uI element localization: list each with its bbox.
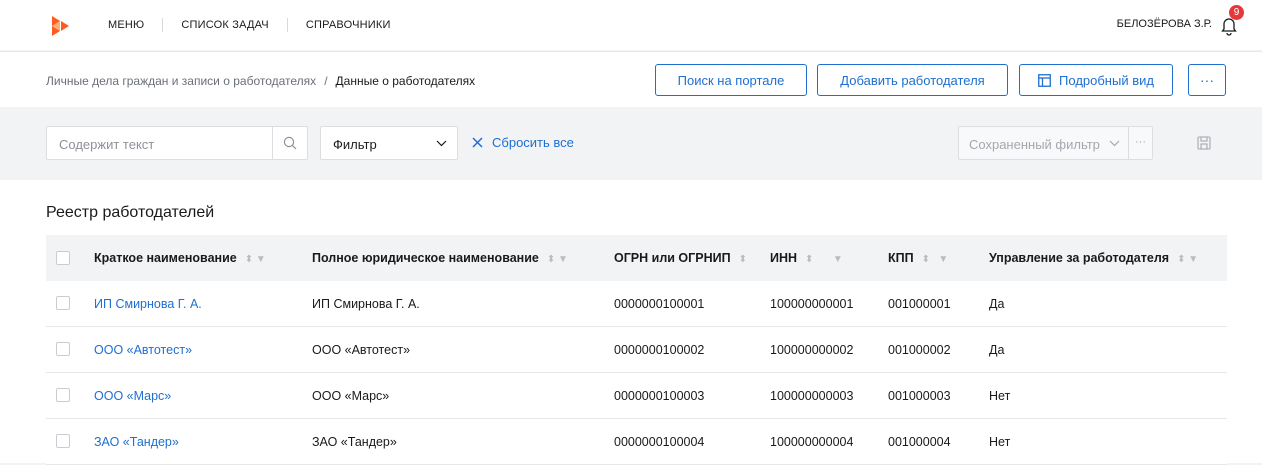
sort-filter-icons[interactable]: ⬍ ▼ [1177, 254, 1198, 265]
page-title: Реестр работодателей [46, 204, 215, 221]
management-cell: Нет [989, 435, 1011, 449]
saved-filter-select[interactable]: Сохраненный фильтр ··· [958, 126, 1153, 160]
reset-all-label: Сбросить все [492, 135, 574, 150]
management-cell: Нет [989, 389, 1011, 403]
main-nav: МЕНЮ СПИСОК ЗАДАЧ СПРАВОЧНИКИ [108, 0, 391, 50]
sort-filter-icons[interactable]: ⬍ ▼ [245, 254, 266, 265]
search-divider [272, 127, 273, 159]
logo-icon[interactable] [52, 16, 74, 36]
table-header: Краткое наименование ⬍ ▼ Полное юридическ… [46, 235, 1227, 281]
saved-filter-placeholder: Сохраненный фильтр [969, 137, 1100, 152]
full-name-cell: ООО «Марс» [312, 389, 390, 403]
breadcrumb-current: Данные о работодателях [335, 74, 476, 88]
column-header-label: Краткое наименование [94, 251, 237, 265]
row-checkbox[interactable] [56, 388, 70, 402]
ogrn-cell: 0000000100003 [614, 389, 705, 403]
inn-cell: 100000000004 [770, 435, 854, 449]
breadcrumb-parent[interactable]: Личные дела граждан и записи о работодат… [46, 74, 316, 88]
chevron-down-icon [1109, 140, 1120, 147]
nav-directories[interactable]: СПРАВОЧНИКИ [306, 19, 391, 31]
more-actions-button[interactable]: ··· [1188, 64, 1226, 96]
column-header-kpp[interactable]: КПП ⬍ ▼ [888, 251, 948, 265]
column-header-employer-management[interactable]: Управление за работодателя ⬍ ▼ [989, 251, 1198, 265]
sort-filter-icons[interactable]: ⬍ ▼ [547, 254, 568, 265]
close-icon [472, 137, 483, 148]
full-name-cell: ИП Смирнова Г. А. [312, 297, 420, 311]
kpp-cell: 001000003 [888, 389, 951, 403]
detail-view-label: Подробный вид [1059, 72, 1154, 88]
column-header-label: Полное юридическое наименование [312, 251, 539, 265]
kpp-cell: 001000004 [888, 435, 951, 449]
column-header-label: Управление за работодателя [989, 251, 1170, 265]
breadcrumb-bar: Личные дела граждан и записи о работодат… [0, 51, 1262, 107]
management-cell: Да [989, 343, 1005, 357]
short-name-link[interactable]: ИП Смирнова Г. А. [94, 297, 202, 311]
detail-view-button[interactable]: Подробный вид [1019, 64, 1173, 96]
save-icon[interactable] [1197, 136, 1211, 150]
user-name[interactable]: БЕЛОЗЁРОВА З.Р. [1117, 18, 1212, 30]
short-name-link[interactable]: ООО «Автотест» [94, 343, 192, 357]
search-input[interactable]: Содержит текст [46, 126, 308, 160]
top-navbar: МЕНЮ СПИСОК ЗАДАЧ СПРАВОЧНИКИ БЕЛОЗЁРОВА… [0, 0, 1262, 50]
nav-divider [162, 18, 164, 32]
inn-cell: 100000000002 [770, 343, 854, 357]
table-row[interactable]: ИП Смирнова Г. А. ИП Смирнова Г. А. 0000… [46, 281, 1227, 327]
inn-cell: 100000000003 [770, 389, 854, 403]
breadcrumb: Личные дела граждан и записи о работодат… [46, 74, 475, 88]
add-employer-label: Добавить работодателя [840, 72, 985, 88]
nav-task-list[interactable]: СПИСОК ЗАДАЧ [181, 19, 268, 31]
filter-select[interactable]: Фильтр [320, 126, 458, 160]
kpp-cell: 001000001 [888, 297, 951, 311]
row-checkbox[interactable] [56, 342, 70, 356]
row-checkbox[interactable] [56, 434, 70, 448]
short-name-link[interactable]: ООО «Марс» [94, 389, 171, 403]
full-name-cell: ООО «Автотест» [312, 343, 411, 357]
employer-registry: Реестр работодателей Краткое наименовани… [0, 180, 1262, 465]
chevron-down-icon [436, 140, 447, 147]
search-icon[interactable] [283, 136, 297, 150]
table-row[interactable]: ООО «Автотест» ООО «Автотест» 0000000100… [46, 327, 1227, 373]
ogrn-cell: 0000000100002 [614, 343, 705, 357]
column-header-full-name[interactable]: Полное юридическое наименование ⬍ ▼ [312, 251, 568, 265]
table-row[interactable]: ООО «Марс» ООО «Марс» 0000000100003 1000… [46, 373, 1227, 419]
nav-menu[interactable]: МЕНЮ [108, 19, 144, 31]
ogrn-cell: 0000000100004 [614, 435, 705, 449]
filter-bar: Содержит текст Фильтр Сбросить все Сохра… [0, 108, 1262, 180]
sort-icon[interactable]: ⬍ [739, 254, 747, 265]
search-portal-label: Поиск на портале [677, 72, 785, 88]
nav-divider [286, 18, 288, 32]
management-cell: Да [989, 297, 1005, 311]
ogrn-cell: 0000000100001 [614, 297, 705, 311]
reset-all-button[interactable]: Сбросить все [472, 135, 574, 150]
search-placeholder: Содержит текст [59, 137, 155, 152]
kpp-cell: 001000002 [888, 343, 951, 357]
select-all-checkbox[interactable] [56, 251, 70, 265]
row-checkbox[interactable] [56, 296, 70, 310]
column-header-label: КПП [888, 251, 914, 265]
notification-badge: 9 [1229, 5, 1244, 20]
full-name-cell: ЗАО «Тандер» [312, 435, 397, 449]
sort-filter-icons[interactable]: ⬍ ▼ [922, 254, 949, 265]
add-employer-button[interactable]: Добавить работодателя [817, 64, 1008, 96]
layout-icon [1038, 73, 1051, 87]
column-header-short-name[interactable]: Краткое наименование ⬍ ▼ [94, 251, 266, 265]
column-header-label: ОГРН или ОГРНИП [614, 251, 731, 265]
column-header-label: ИНН [770, 251, 798, 265]
inn-cell: 100000000001 [770, 297, 854, 311]
column-header-ogrn[interactable]: ОГРН или ОГРНИП ⬍ [614, 251, 747, 265]
sort-filter-icons[interactable]: ⬍ ▼ [805, 254, 843, 265]
table-row[interactable]: ЗАО «Тандер» ЗАО «Тандер» 0000000100004 … [46, 419, 1227, 465]
column-header-inn[interactable]: ИНН ⬍ ▼ [770, 251, 843, 265]
filter-select-value: Фильтр [333, 137, 377, 152]
short-name-link[interactable]: ЗАО «Тандер» [94, 435, 179, 449]
more-icon: ··· [1200, 72, 1214, 88]
breadcrumb-separator: / [324, 74, 328, 88]
search-portal-button[interactable]: Поиск на портале [655, 64, 807, 96]
saved-filter-more-button[interactable]: ··· [1128, 127, 1152, 159]
